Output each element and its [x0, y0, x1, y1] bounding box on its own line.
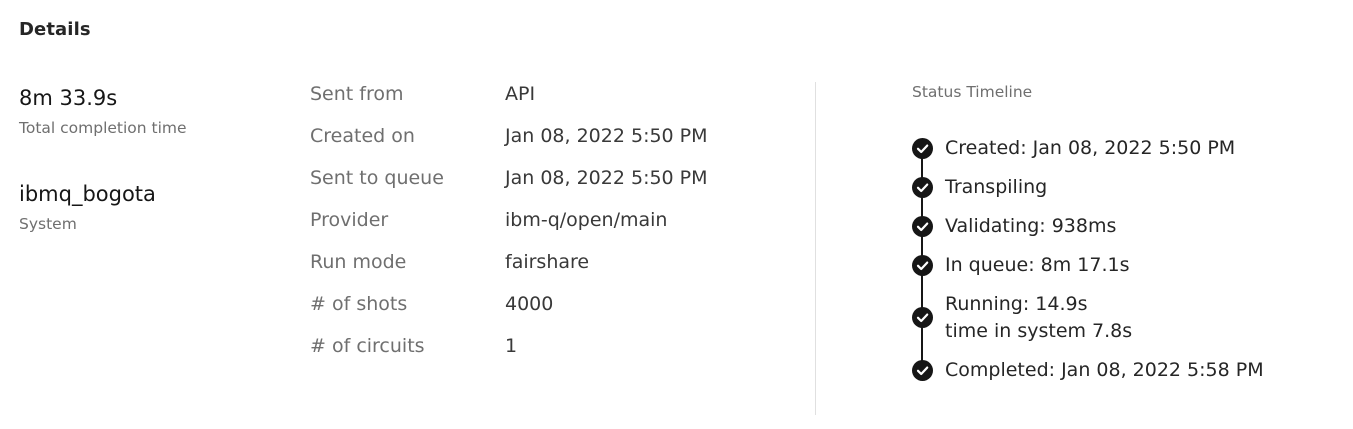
property-value: 1	[505, 335, 518, 357]
system-label: System	[19, 215, 77, 233]
status-timeline-title: Status Timeline	[912, 83, 1033, 101]
timeline-step-completed: Completed: Jan 08, 2022 5:58 PM	[945, 359, 1264, 381]
property-value: Jan 08, 2022 5:50 PM	[505, 125, 708, 147]
property-value: Jan 08, 2022 5:50 PM	[505, 167, 708, 189]
checkmark-filled-icon	[912, 216, 933, 237]
property-label: Sent from	[310, 83, 404, 105]
property-label: Run mode	[310, 251, 407, 273]
timeline-step-validating: Validating: 938ms	[945, 215, 1117, 237]
timeline-step-in-queue: In queue: 8m 17.1s	[945, 254, 1130, 276]
checkmark-filled-icon	[912, 360, 933, 381]
property-value: 4000	[505, 293, 554, 315]
checkmark-filled-icon	[912, 307, 933, 328]
checkmark-filled-icon	[912, 177, 933, 198]
total-completion-time-value: 8m 33.9s	[19, 86, 118, 110]
property-label: Sent to queue	[310, 167, 444, 189]
property-label: Provider	[310, 209, 389, 231]
property-label: # of shots	[310, 293, 408, 315]
section-title: Details	[19, 19, 91, 40]
checkmark-filled-icon	[912, 255, 933, 276]
column-divider	[815, 82, 816, 415]
timeline-step-running: Running: 14.9s	[945, 293, 1088, 315]
system-name-value: ibmq_bogota	[19, 182, 156, 206]
property-label: Created on	[310, 125, 415, 147]
timeline-step-created: Created: Jan 08, 2022 5:50 PM	[945, 137, 1236, 159]
total-completion-time-label: Total completion time	[19, 119, 187, 137]
timeline-step-running-subtext: time in system 7.8s	[945, 320, 1133, 342]
property-value: API	[505, 83, 536, 105]
property-value: fairshare	[505, 251, 590, 273]
property-label: # of circuits	[310, 335, 425, 357]
property-value: ibm-q/open/main	[505, 209, 668, 231]
checkmark-filled-icon	[912, 138, 933, 159]
timeline-step-transpiling: Transpiling	[945, 176, 1048, 198]
